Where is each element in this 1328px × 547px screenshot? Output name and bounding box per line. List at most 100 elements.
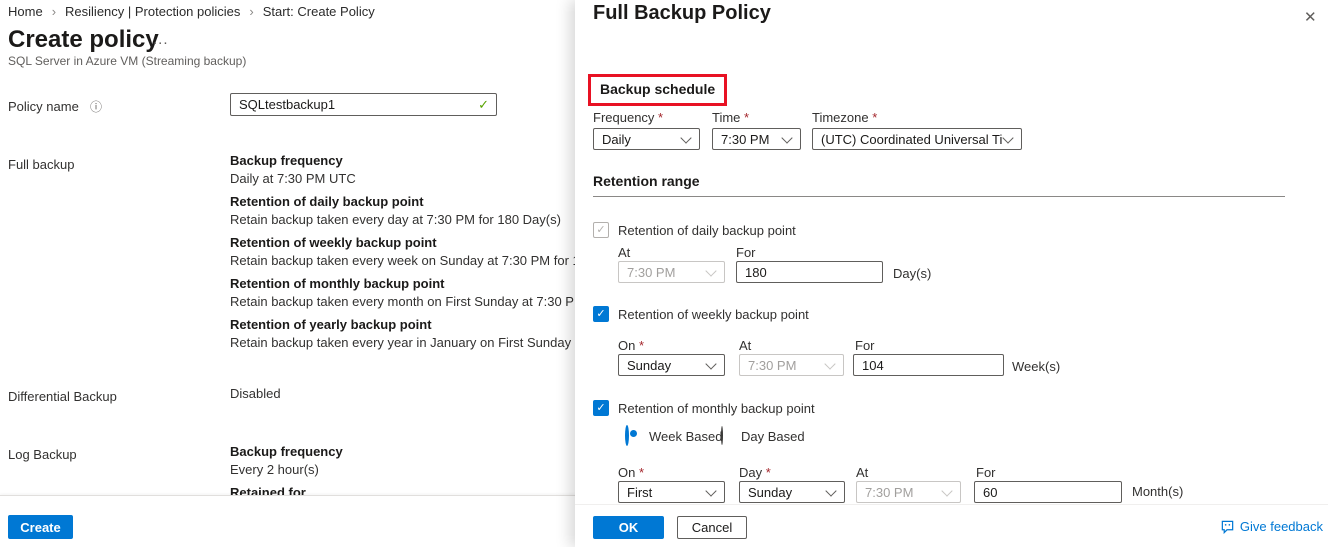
breadcrumb: Home › Resiliency | Protection policies … [8,4,375,19]
daily-at-value: 7:30 PM [627,265,675,280]
give-feedback-label: Give feedback [1240,519,1323,534]
monthly-day-value: Sunday [748,485,792,500]
required-asterisk: * [639,338,644,353]
summary-heading: Backup frequency [230,153,575,168]
weekly-retention-checkbox[interactable]: ✓ [593,306,609,322]
cancel-button[interactable]: Cancel [677,516,747,539]
weekly-on-label-text: On [618,338,635,353]
frequency-dropdown[interactable]: Daily [593,128,700,150]
checkbox-check-icon: ✓ [596,225,605,236]
monthly-at-label: At [856,465,868,480]
monthly-for-label: For [976,465,996,480]
differential-backup-value: Disabled [230,386,281,401]
monthly-unit-label: Month(s) [1132,484,1183,499]
summary-value: Daily at 7:30 PM UTC [230,171,575,186]
monthly-day-label-text: Day [739,465,762,480]
weekly-retention-label: Retention of weekly backup point [618,307,809,322]
time-value: 7:30 PM [721,132,769,147]
checkbox-check-icon: ✓ [596,309,605,320]
breadcrumb-item-create-policy[interactable]: Start: Create Policy [263,4,375,19]
timezone-value: (UTC) Coordinated Universal Time [821,132,1003,147]
summary-heading: Retention of monthly backup point [230,276,575,291]
summary-value: Retain backup taken every day at 7:30 PM… [230,212,575,227]
monthly-at-value: 7:30 PM [865,485,913,500]
monthly-for-input[interactable] [974,481,1122,503]
summary-value: Retain backup taken every year in Januar… [230,335,575,350]
monthly-at-dropdown: 7:30 PM [856,481,961,503]
ok-button[interactable]: OK [593,516,664,539]
monthly-day-label: Day * [739,465,771,480]
summary-row: Retention of yearly backup point Retain … [230,317,575,350]
daily-retention-checkbox: ✓ [593,222,609,238]
chevron-down-icon [782,134,792,144]
summary-row: Backup frequency Daily at 7:30 PM UTC [230,153,575,186]
breadcrumb-item-home[interactable]: Home [8,4,43,19]
week-based-label: Week Based [649,429,722,444]
chevron-down-icon [826,487,836,497]
weekly-on-dropdown[interactable]: Sunday [618,354,725,376]
required-asterisk: * [639,465,644,480]
chevron-right-icon: › [249,4,253,19]
monthly-on-value: First [627,485,652,500]
left-footer: Create [0,495,575,547]
weekly-for-label: For [855,338,875,353]
policy-name-input[interactable] [230,93,497,116]
monthly-day-dropdown[interactable]: Sunday [739,481,845,503]
summary-value: Every 2 hour(s) [230,462,575,477]
daily-retention-label: Retention of daily backup point [618,223,796,238]
monthly-on-dropdown[interactable]: First [618,481,725,503]
full-backup-label: Full backup [8,157,74,172]
chevron-down-icon [942,487,952,497]
weekly-at-dropdown: 7:30 PM [739,354,844,376]
divider [593,196,1285,197]
page-title: Create policy [8,26,159,54]
daily-for-input[interactable] [736,261,883,283]
week-based-radio[interactable] [625,425,629,446]
create-button[interactable]: Create [8,515,73,539]
monthly-retention-label: Retention of monthly backup point [618,401,815,416]
required-asterisk: * [658,110,663,125]
chevron-down-icon [706,487,716,497]
policy-name-field-wrap: ✓ [230,93,497,116]
monthly-for-field-wrap [974,481,1122,503]
chevron-down-icon [1003,134,1013,144]
monthly-on-label: On * [618,465,644,480]
daily-at-dropdown: 7:30 PM [618,261,725,283]
summary-row: Retention of monthly backup point Retain… [230,276,575,309]
timezone-dropdown[interactable]: (UTC) Coordinated Universal Time [812,128,1022,150]
backup-schedule-heading-highlighted: Backup schedule [588,74,727,106]
summary-value: Retain backup taken every month on First… [230,294,575,309]
daily-for-label: For [736,245,756,260]
frequency-label-text: Frequency [593,110,654,125]
frequency-value: Daily [602,132,631,147]
daily-for-field-wrap [736,261,883,283]
timezone-label: Timezone * [812,110,877,125]
chevron-down-icon [706,360,716,370]
full-backup-policy-panel: Full Backup Policy ✕ Backup schedule Fre… [575,0,1328,547]
weekly-for-input[interactable] [853,354,1004,376]
chevron-down-icon [681,134,691,144]
time-dropdown[interactable]: 7:30 PM [712,128,801,150]
day-based-radio[interactable] [721,426,723,445]
info-icon[interactable]: ⓘ [90,98,102,115]
required-asterisk: * [766,465,771,480]
chevron-down-icon [706,267,716,277]
breadcrumb-item-protection-policies[interactable]: Resiliency | Protection policies [65,4,240,19]
summary-heading: Retention of yearly backup point [230,317,575,332]
summary-heading: Retention of daily backup point [230,194,575,209]
weekly-for-field-wrap [853,354,1004,376]
timezone-label-text: Timezone [812,110,869,125]
close-icon[interactable]: ✕ [1304,8,1317,26]
day-based-label: Day Based [741,429,805,444]
page-subtitle: SQL Server in Azure VM (Streaming backup… [8,54,246,68]
time-label: Time * [712,110,749,125]
app-root: Home › Resiliency | Protection policies … [0,0,1328,547]
more-icon[interactable]: ... [153,31,169,48]
panel-footer: OK Cancel Give feedback [575,504,1328,547]
daily-unit-label: Day(s) [893,266,931,281]
monthly-retention-checkbox[interactable]: ✓ [593,400,609,416]
monthly-on-label-text: On [618,465,635,480]
give-feedback-link[interactable]: Give feedback [1220,519,1323,534]
summary-heading: Backup frequency [230,444,575,459]
valid-check-icon: ✓ [478,97,489,113]
